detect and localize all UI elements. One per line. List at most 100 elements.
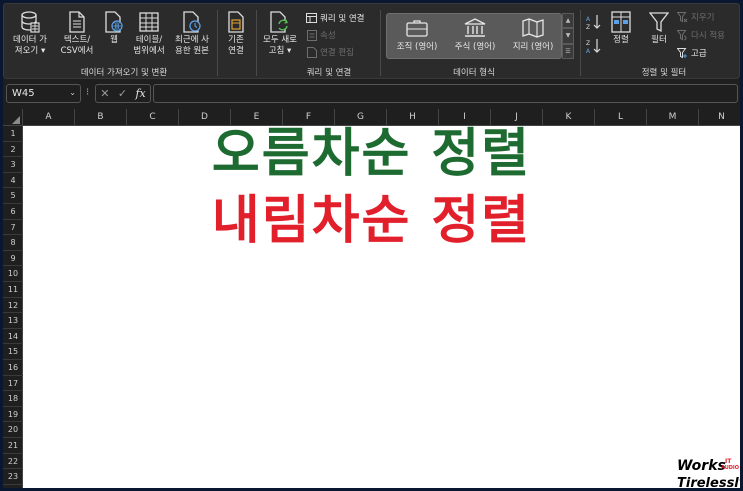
table-icon xyxy=(138,10,160,34)
enter-icon[interactable]: ✓ xyxy=(118,87,127,100)
svg-text:Tirelessly: Tirelessly xyxy=(677,476,740,488)
svg-text:Z: Z xyxy=(586,40,590,47)
reapply-button[interactable]: 다시 적용 xyxy=(677,29,725,41)
row-header[interactable]: 11 xyxy=(3,282,23,298)
row-header[interactable]: 17 xyxy=(3,376,23,392)
recent-sources-button[interactable]: 최근에 사 용한 원본 xyxy=(171,10,213,57)
sort-button[interactable]: 정렬 xyxy=(607,10,635,46)
formula-bar-dots[interactable]: ⁝ xyxy=(86,87,89,98)
row-header[interactable]: 14 xyxy=(3,329,23,345)
queries-icon xyxy=(306,13,317,24)
data-type-stocks[interactable]: 주식 (영어) xyxy=(447,16,503,58)
excel-window: 데이터 가 져오기 ▾ 텍스트/ CSV에서 웹 테이블/ 범위에서 최근에 사… xyxy=(3,3,740,488)
row-header[interactable]: 9 xyxy=(3,251,23,267)
edit-links-icon xyxy=(306,46,317,58)
bank-icon xyxy=(464,16,486,40)
existing-connections-button[interactable]: 기존 연결 xyxy=(222,10,250,57)
edit-links-label: 연결 편집 xyxy=(320,48,354,58)
formula-input[interactable] xyxy=(153,84,738,103)
advanced-filter-label: 고급 xyxy=(691,49,707,59)
gallery-up-icon[interactable]: ▲ xyxy=(562,13,574,29)
data-ribbon: 데이터 가 져오기 ▾ 텍스트/ CSV에서 웹 테이블/ 범위에서 최근에 사… xyxy=(3,3,740,79)
cancel-icon[interactable]: ✕ xyxy=(100,87,109,100)
group-label-data-types: 데이터 형식 xyxy=(453,68,495,78)
text-csv-label-2: CSV에서 xyxy=(60,46,94,56)
row-header[interactable]: 20 xyxy=(3,422,23,438)
gallery-down-icon[interactable]: ▼ xyxy=(562,28,574,44)
queries-connections-label: 쿼리 및 연결 xyxy=(320,14,365,24)
database-icon xyxy=(19,10,41,34)
edit-links-button[interactable]: 연결 편집 xyxy=(306,46,354,58)
group-label-sort-filter: 정렬 및 필터 xyxy=(641,68,687,78)
name-box[interactable]: W45 ⌄ xyxy=(6,84,81,103)
row-header[interactable]: 13 xyxy=(3,313,23,329)
refresh-icon xyxy=(269,10,291,34)
row-header[interactable]: 19 xyxy=(3,407,23,423)
formula-actions: ✕ ✓ fx xyxy=(95,84,151,103)
sort-label: 정렬 xyxy=(613,35,629,45)
existing-connection-icon xyxy=(225,10,247,34)
formula-bar: W45 ⌄ ⁝ ✕ ✓ fx xyxy=(3,83,740,105)
sort-descending-button[interactable]: ZA xyxy=(586,38,602,55)
recent-sources-label-1: 최근에 사 xyxy=(175,35,209,45)
separator xyxy=(217,10,218,76)
row-header[interactable]: 23 xyxy=(3,469,23,485)
properties-label: 속성 xyxy=(320,31,336,41)
text-csv-label-1: 텍스트/ xyxy=(63,35,91,45)
insert-function-icon[interactable]: fx xyxy=(135,87,145,100)
advanced-filter-button[interactable]: 고급 xyxy=(677,47,707,59)
web-button[interactable]: 웹 xyxy=(101,10,127,46)
row-header[interactable]: 22 xyxy=(3,454,23,470)
row-header[interactable]: 10 xyxy=(3,266,23,282)
name-box-value: W45 xyxy=(12,88,35,99)
sort-dialog-icon xyxy=(610,10,632,34)
table-range-button[interactable]: 테이블/ 범위에서 xyxy=(129,10,169,57)
properties-button[interactable]: 속성 xyxy=(306,29,336,41)
reapply-icon xyxy=(677,29,688,41)
row-header[interactable]: 12 xyxy=(3,298,23,314)
gallery-scroll: ▲ ▼ ☰ xyxy=(562,13,574,59)
queries-connections-button[interactable]: 쿼리 및 연결 xyxy=(306,12,365,24)
group-label-queries: 쿼리 및 연결 xyxy=(306,68,352,78)
sort-ascending-button[interactable]: AZ xyxy=(586,14,602,31)
row-header[interactable]: 21 xyxy=(3,438,23,454)
descending-sort-text: 내림차순 정렬 xyxy=(211,191,532,251)
map-icon xyxy=(522,16,544,40)
svg-text:IT: IT xyxy=(725,458,732,465)
row-header[interactable]: 18 xyxy=(3,391,23,407)
text-file-icon xyxy=(66,10,88,34)
separator xyxy=(380,10,381,76)
get-data-button[interactable]: 데이터 가 져오기 ▾ xyxy=(10,10,50,57)
reapply-label: 다시 적용 xyxy=(691,31,725,41)
advanced-filter-icon xyxy=(677,47,688,59)
refresh-all-button[interactable]: 모두 새로 고침 ▾ xyxy=(258,10,302,57)
svg-text:Works: Works xyxy=(677,458,726,474)
separator xyxy=(580,10,581,76)
window-frame: 데이터 가 져오기 ▾ 텍스트/ CSV에서 웹 테이블/ 범위에서 최근에 사… xyxy=(0,0,743,491)
ascending-sort-text: 오름차순 정렬 xyxy=(211,124,532,184)
web-label: 웹 xyxy=(110,35,118,45)
data-type-organization-label: 조직 (영어) xyxy=(396,42,438,52)
filter-icon xyxy=(648,10,670,34)
refresh-all-label-2: 고침 ▾ xyxy=(268,46,292,56)
row-header[interactable]: 16 xyxy=(3,360,23,376)
svg-text:Z: Z xyxy=(586,24,590,30)
table-range-label-1: 테이블/ xyxy=(135,35,163,45)
chevron-down-icon[interactable]: ⌄ xyxy=(69,88,76,97)
separator xyxy=(256,10,257,76)
row-header[interactable]: 15 xyxy=(3,344,23,360)
clear-filter-icon xyxy=(677,11,688,23)
data-type-organization[interactable]: 조직 (영어) xyxy=(389,16,445,58)
web-icon xyxy=(103,10,125,34)
sort-descending-icon: ZA xyxy=(586,39,601,55)
works-tirelessly-logo: Works IT AUDIO Tirelessly xyxy=(677,458,740,488)
clear-filter-button[interactable]: 지우기 xyxy=(677,11,714,23)
existing-connections-label-1: 기존 xyxy=(228,35,244,45)
svg-text:A: A xyxy=(586,48,591,54)
text-csv-button[interactable]: 텍스트/ CSV에서 xyxy=(57,10,97,57)
get-data-label-2: 져오기 ▾ xyxy=(14,46,46,56)
gallery-more-icon[interactable]: ☰ xyxy=(562,43,574,59)
svg-text:AUDIO: AUDIO xyxy=(721,465,739,471)
filter-button[interactable]: 필터 xyxy=(645,10,673,46)
data-type-geography[interactable]: 지리 (영어) xyxy=(505,16,561,58)
